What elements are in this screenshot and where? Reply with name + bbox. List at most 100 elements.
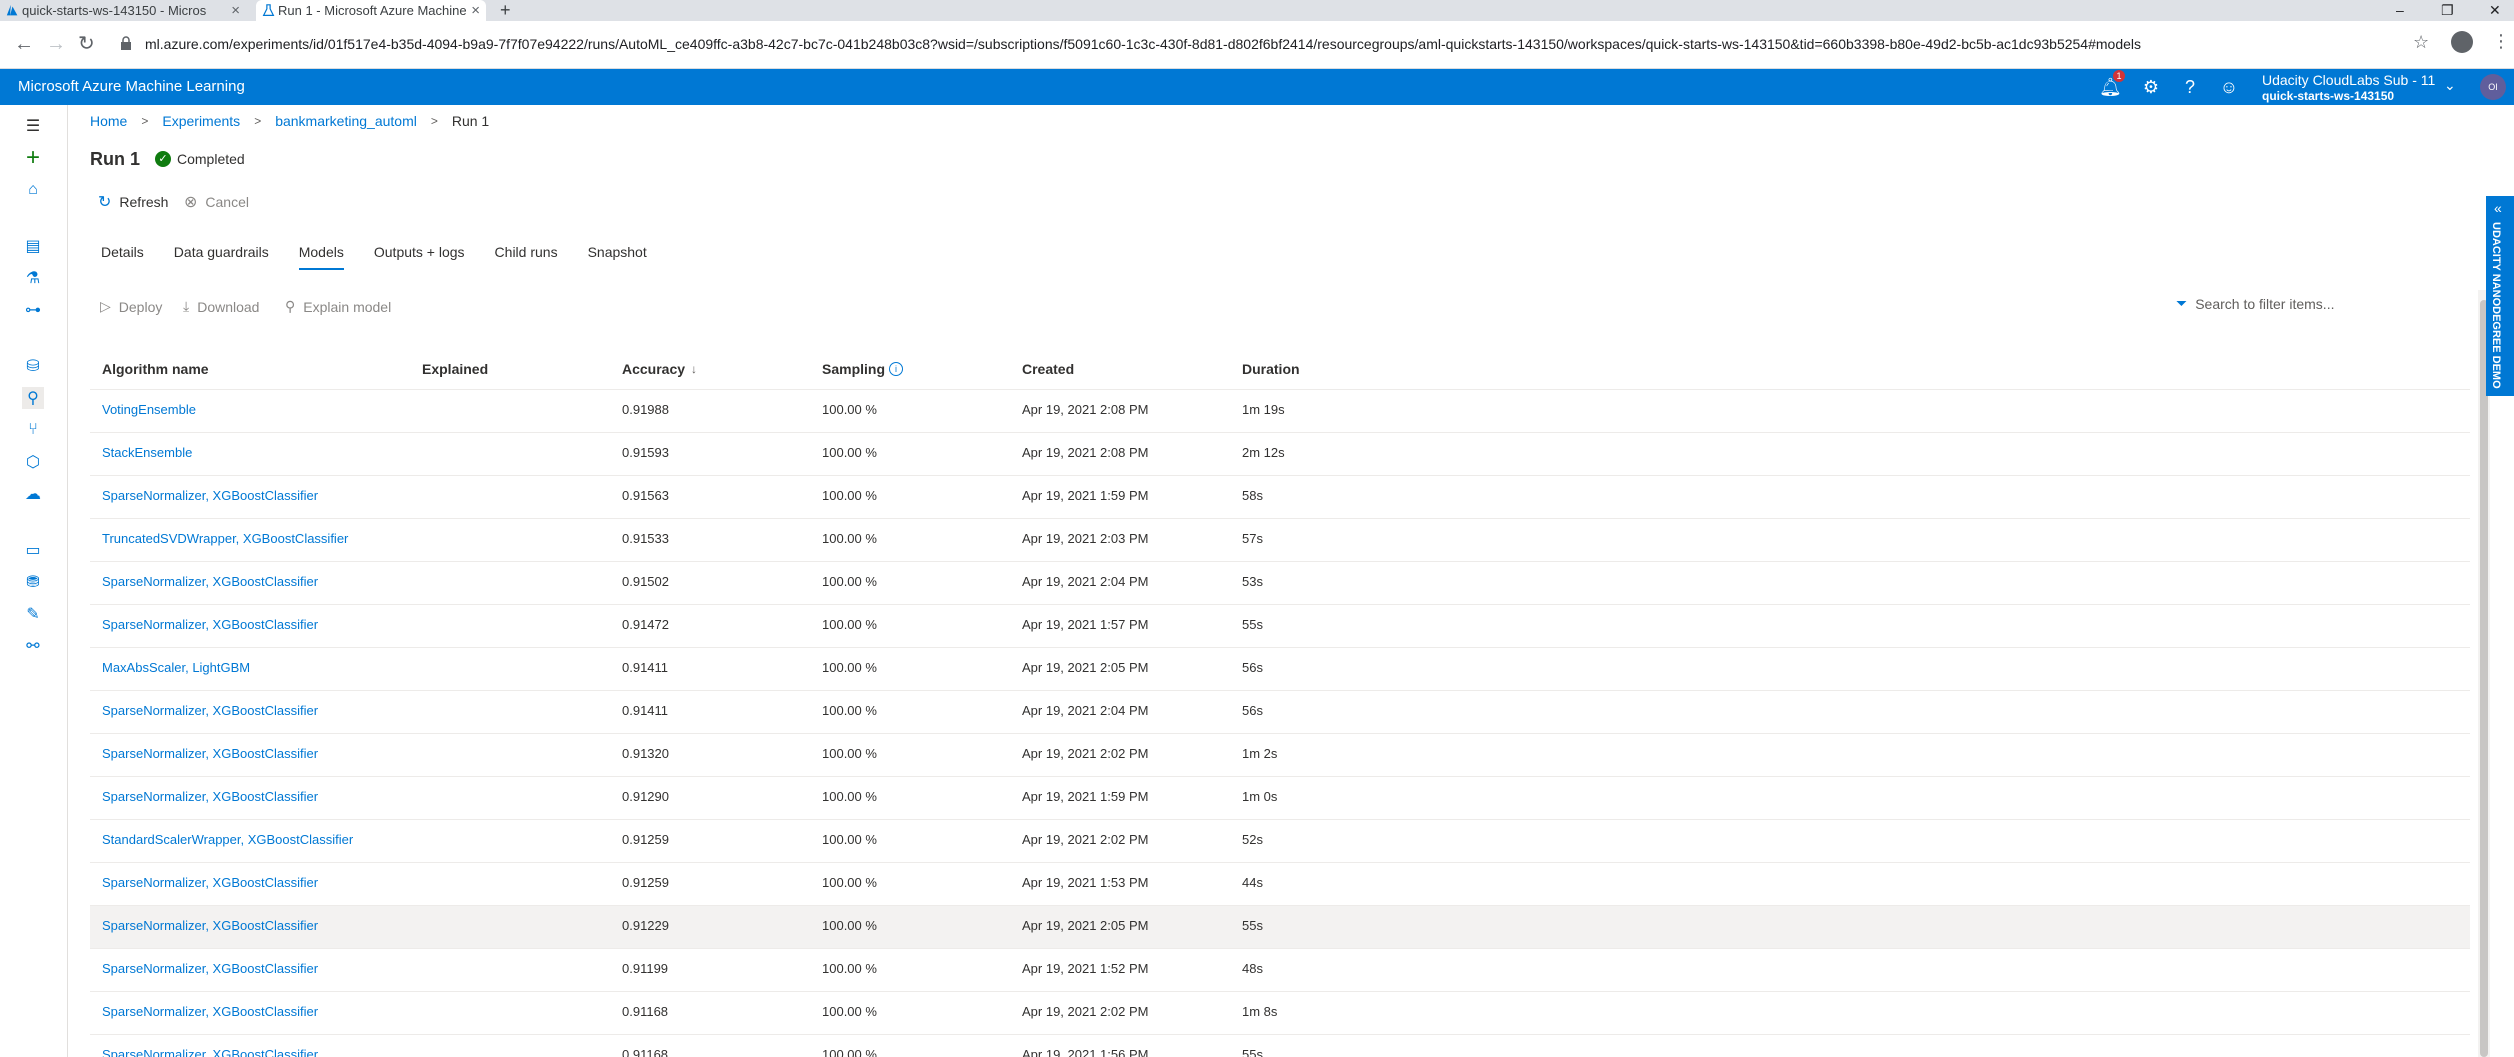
reload-icon[interactable]: ↻ bbox=[78, 32, 95, 56]
column-header-algorithm[interactable]: Algorithm name bbox=[102, 361, 209, 377]
algorithm-name-link[interactable]: SparseNormalizer, XGBoostClassifier bbox=[102, 488, 318, 503]
filter-search-input[interactable]: ⏷ Search to filter items... bbox=[2176, 295, 2334, 312]
forward-icon[interactable]: → bbox=[46, 32, 66, 56]
explain-model-button[interactable]: ⚲ Explain model bbox=[285, 298, 391, 315]
pipelines-icon[interactable]: ⑂ bbox=[22, 419, 44, 441]
table-row[interactable]: SparseNormalizer, XGBoostClassifier 0.915… bbox=[90, 562, 2470, 605]
refresh-button[interactable]: ↻ Refresh bbox=[98, 192, 168, 212]
table-row[interactable]: VotingEnsemble 0.91988 100.00 % Apr 19, 202… bbox=[90, 390, 2470, 433]
datastores-icon[interactable]: ⛃ bbox=[22, 571, 44, 593]
automl-icon[interactable]: ⚗ bbox=[22, 267, 44, 289]
endpoints-icon[interactable]: ☁ bbox=[22, 483, 44, 505]
data-labeling-icon[interactable]: ✎ bbox=[22, 603, 44, 625]
column-header-sampling[interactable]: Sampling i bbox=[822, 361, 904, 377]
column-header-created[interactable]: Created bbox=[1022, 361, 1074, 377]
table-row[interactable]: SparseNormalizer, XGBoostClassifier 0.912… bbox=[90, 777, 2470, 820]
table-row[interactable]: SparseNormalizer, XGBoostClassifier 0.915… bbox=[90, 476, 2470, 519]
algorithm-name-link[interactable]: StandardScalerWrapper, XGBoostClassifier bbox=[102, 832, 353, 847]
breadcrumb-experiments[interactable]: Experiments bbox=[162, 113, 240, 129]
notebooks-icon[interactable]: ▤ bbox=[22, 235, 44, 257]
algorithm-name-link[interactable]: VotingEnsemble bbox=[102, 402, 196, 417]
column-header-label: Algorithm name bbox=[102, 361, 209, 377]
smiley-icon[interactable]: ☺ bbox=[2219, 77, 2239, 97]
bookmark-star-icon[interactable]: ☆ bbox=[2413, 31, 2429, 53]
kebab-menu-icon[interactable]: ⋮ bbox=[2492, 30, 2510, 52]
table-row[interactable]: StandardScalerWrapper, XGBoostClassifier… bbox=[90, 820, 2470, 863]
algorithm-name-link[interactable]: SparseNormalizer, XGBoostClassifier bbox=[102, 574, 318, 589]
tab-details[interactable]: Details bbox=[101, 244, 144, 268]
side-panel-tab[interactable]: « UDACITY NANODEGREE DEMO bbox=[2486, 196, 2514, 396]
help-icon[interactable]: ? bbox=[2180, 77, 2200, 97]
browser-tab-workspace[interactable]: quick-starts-ws-143150 - Micros × bbox=[0, 0, 246, 21]
table-row[interactable]: SparseNormalizer, XGBoostClassifier 0.912… bbox=[90, 906, 2470, 949]
restore-icon[interactable]: ❐ bbox=[2441, 0, 2454, 20]
home-icon[interactable]: ⌂ bbox=[22, 179, 44, 201]
column-header-duration[interactable]: Duration bbox=[1242, 361, 1300, 377]
designer-icon[interactable]: ⊶ bbox=[22, 299, 44, 321]
models-icon[interactable]: ⬡ bbox=[22, 451, 44, 473]
tab-outputs-logs[interactable]: Outputs + logs bbox=[374, 244, 465, 268]
breadcrumb-experiment[interactable]: bankmarketing_automl bbox=[275, 113, 417, 129]
algorithm-name-link[interactable]: MaxAbsScaler, LightGBM bbox=[102, 660, 250, 675]
hamburger-icon[interactable]: ☰ bbox=[22, 115, 44, 137]
table-row[interactable]: SparseNormalizer, XGBoostClassifier 0.911… bbox=[90, 949, 2470, 992]
created-cell: Apr 19, 2021 2:08 PM bbox=[1022, 445, 1149, 460]
new-tab-button[interactable]: + bbox=[500, 0, 511, 21]
gear-icon[interactable]: ⚙ bbox=[2141, 77, 2161, 97]
created-cell: Apr 19, 2021 1:52 PM bbox=[1022, 961, 1149, 976]
table-row[interactable]: SparseNormalizer, XGBoostClassifier 0.911… bbox=[90, 992, 2470, 1035]
column-header-label: Created bbox=[1022, 361, 1075, 377]
algorithm-name-link[interactable]: SparseNormalizer, XGBoostClassifier bbox=[102, 703, 318, 718]
algorithm-name-link[interactable]: SparseNormalizer, XGBoostClassifier bbox=[102, 789, 318, 804]
cancel-button[interactable]: ⊗ Cancel bbox=[184, 192, 249, 212]
minimize-icon[interactable]: – bbox=[2396, 0, 2404, 20]
algorithm-name-link[interactable]: SparseNormalizer, XGBoostClassifier bbox=[102, 918, 318, 933]
deploy-button[interactable]: ▷ Deploy bbox=[100, 298, 162, 315]
close-icon[interactable]: × bbox=[471, 2, 480, 19]
column-header-accuracy[interactable]: Accuracy ↓ bbox=[622, 361, 697, 377]
experiments-icon[interactable]: ⚲ bbox=[22, 387, 44, 409]
algorithm-name-link[interactable]: SparseNormalizer, XGBoostClassifier bbox=[102, 746, 318, 761]
compute-icon[interactable]: ▭ bbox=[22, 539, 44, 561]
tab-child-runs[interactable]: Child runs bbox=[495, 244, 558, 268]
table-row[interactable]: SparseNormalizer, XGBoostClassifier 0.913… bbox=[90, 734, 2470, 777]
info-icon[interactable]: i bbox=[889, 362, 904, 376]
algorithm-name-link[interactable]: SparseNormalizer, XGBoostClassifier bbox=[102, 1004, 318, 1019]
algorithm-name-link[interactable]: SparseNormalizer, XGBoostClassifier bbox=[102, 1047, 318, 1057]
tab-snapshot[interactable]: Snapshot bbox=[588, 244, 647, 268]
linked-services-icon[interactable]: ⚯ bbox=[22, 635, 44, 657]
algorithm-name-link[interactable]: TruncatedSVDWrapper, XGBoostClassifier bbox=[102, 531, 348, 546]
url-field[interactable]: ml.azure.com/experiments/id/01f517e4-b35… bbox=[112, 29, 2412, 59]
back-icon[interactable]: ← bbox=[14, 32, 34, 56]
table-row[interactable]: SparseNormalizer, XGBoostClassifier 0.912… bbox=[90, 863, 2470, 906]
algorithm-name-link[interactable]: StackEnsemble bbox=[102, 445, 192, 460]
accuracy-cell: 0.91229 bbox=[622, 918, 669, 933]
table-row[interactable]: MaxAbsScaler, LightGBM 0.91411 100.00 % Apr… bbox=[90, 648, 2470, 691]
table-row[interactable]: SparseNormalizer, XGBoostClassifier 0.914… bbox=[90, 605, 2470, 648]
explain-model-label: Explain model bbox=[303, 298, 392, 315]
create-new-icon[interactable]: + bbox=[22, 144, 44, 171]
chevron-down-icon[interactable]: ⌄ bbox=[2444, 77, 2456, 94]
scrollbar-thumb[interactable] bbox=[2480, 300, 2488, 1057]
table-row[interactable]: TruncatedSVDWrapper, XGBoostClassifier 0.… bbox=[90, 519, 2470, 562]
workspace-name: quick-starts-ws-143150 bbox=[2262, 89, 2395, 103]
table-row[interactable]: SparseNormalizer, XGBoostClassifier 0.911… bbox=[90, 1035, 2470, 1057]
close-icon[interactable]: × bbox=[231, 2, 240, 19]
tab-models[interactable]: Models bbox=[298, 244, 345, 270]
table-row[interactable]: SparseNormalizer, XGBoostClassifier 0.914… bbox=[90, 691, 2470, 734]
account-switcher[interactable]: Udacity CloudLabs Sub - 11 quick-starts-… bbox=[2262, 72, 2435, 104]
profile-icon[interactable] bbox=[2451, 31, 2473, 53]
table-row[interactable]: StackEnsemble 0.91593 100.00 % Apr 19, 2021… bbox=[90, 433, 2470, 476]
breadcrumb-home[interactable]: Home bbox=[90, 113, 127, 129]
algorithm-name-link[interactable]: SparseNormalizer, XGBoostClassifier bbox=[102, 961, 318, 976]
algorithm-name-link[interactable]: SparseNormalizer, XGBoostClassifier bbox=[102, 617, 318, 632]
algorithm-name-link[interactable]: SparseNormalizer, XGBoostClassifier bbox=[102, 875, 318, 890]
download-button[interactable]: ⤓ Download bbox=[183, 298, 259, 315]
sampling-cell: 100.00 % bbox=[822, 961, 877, 976]
browser-tab-run[interactable]: Run 1 - Microsoft Azure Machine × bbox=[256, 0, 486, 21]
tab-data-guardrails[interactable]: Data guardrails bbox=[174, 244, 269, 268]
close-window-icon[interactable]: ✕ bbox=[2489, 0, 2501, 20]
datasets-icon[interactable]: ⛁ bbox=[22, 355, 44, 377]
column-header-explained[interactable]: Explained bbox=[422, 361, 488, 377]
avatar[interactable]: OI bbox=[2480, 74, 2506, 100]
